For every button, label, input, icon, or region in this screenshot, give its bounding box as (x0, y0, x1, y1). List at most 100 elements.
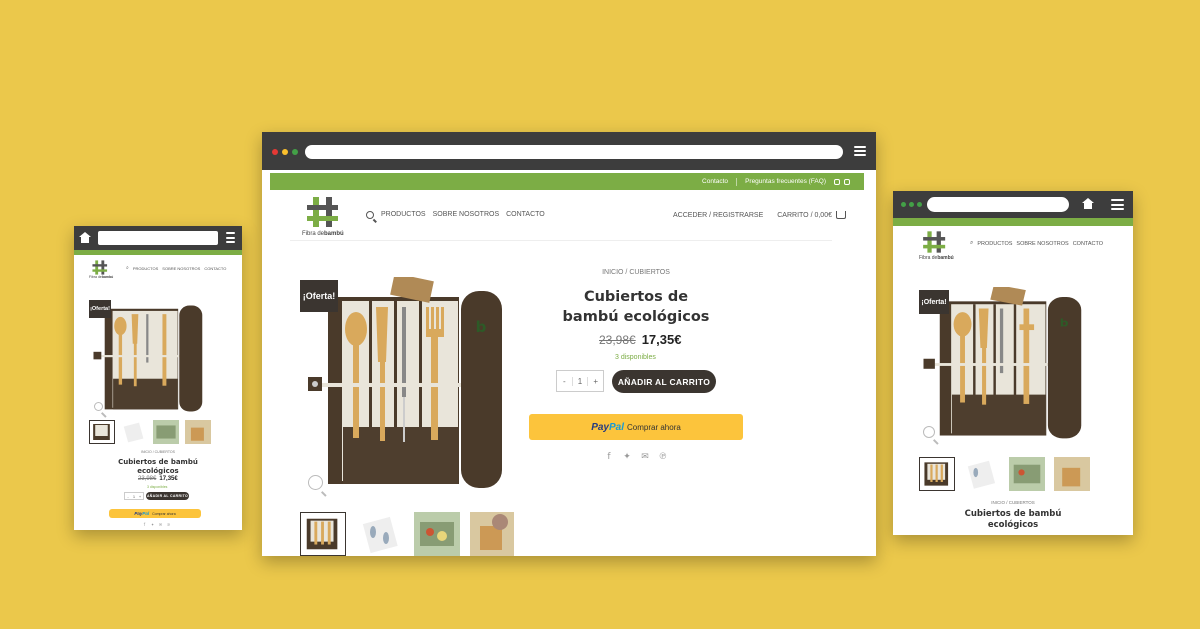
qty-plus-button[interactable]: + (588, 377, 603, 386)
paypal-cta: Comprar ahora (152, 511, 176, 516)
thumbnail-3[interactable] (414, 512, 460, 556)
paypal-logo-2: Pal (142, 511, 150, 516)
zoom-icon[interactable] (308, 475, 323, 490)
quantity-stepper[interactable]: - 1 + (124, 492, 144, 500)
thumbnail-4[interactable] (185, 420, 211, 444)
search-icon[interactable]: ⌕ (970, 240, 973, 247)
quantity-stepper[interactable]: - 1 + (556, 370, 604, 392)
home-icon[interactable] (79, 232, 91, 243)
menu-icon[interactable] (226, 232, 235, 243)
instagram-icon[interactable] (834, 178, 840, 185)
desktop-mockup: Contacto Preguntas frecuentes (FAQ) Fibr… (262, 132, 876, 556)
paypal-button[interactable]: PayPal Comprar ahora (529, 414, 743, 440)
cart-link[interactable]: CARRITO / 0,00€ (777, 211, 846, 219)
sale-badge: ¡Oferta! (919, 290, 949, 314)
address-bar[interactable] (305, 145, 843, 159)
qty-plus-button[interactable]: + (137, 494, 143, 499)
home-icon[interactable] (1082, 198, 1094, 209)
thumbnail-1[interactable] (919, 457, 955, 491)
site-logo[interactable] (304, 194, 342, 230)
breadcrumb[interactable]: INICIO / CUBIERTOS (88, 450, 228, 454)
share-icons: f ✦ ✉ ℗ (604, 452, 668, 462)
add-to-cart-button[interactable]: AÑADIR AL CARRITO (612, 370, 716, 393)
email-icon[interactable]: ✉ (640, 452, 650, 462)
breadcrumb[interactable]: INICIO / CUBIERTOS (554, 269, 718, 276)
twitter-icon[interactable]: ✦ (622, 452, 632, 462)
nav-sobre-nosotros[interactable]: SOBRE NOSOTROS (162, 266, 200, 271)
product-image[interactable]: ¡Oferta! (89, 298, 209, 418)
thumbnail-3[interactable] (153, 420, 179, 444)
control-dot-icon[interactable] (917, 202, 922, 207)
facebook-icon[interactable]: f (142, 522, 147, 527)
nav-productos[interactable]: PRODUCTOS (977, 241, 1012, 247)
zoom-icon[interactable] (94, 402, 103, 411)
logo-text-bold: bambú (324, 231, 344, 237)
product-title: Cubiertos de bambú ecológicos (964, 509, 1062, 530)
nav-productos[interactable]: PRODUCTOS (133, 266, 158, 271)
qty-minus-button[interactable]: - (557, 377, 572, 386)
old-price: 23,98€ (599, 333, 636, 347)
site-logo[interactable] (921, 229, 948, 255)
topbar-faq-link[interactable]: Preguntas frecuentes (FAQ) (745, 178, 826, 185)
thumbnail-1[interactable] (300, 512, 346, 556)
thumbnail-4[interactable] (470, 512, 514, 556)
minimize-dot-icon[interactable] (282, 149, 288, 155)
product-image[interactable]: b ¡Oferta! (917, 287, 1091, 447)
close-dot-icon[interactable] (272, 149, 278, 155)
nav-sobre-nosotros[interactable]: SOBRE NOSOTROS (433, 211, 500, 218)
email-icon[interactable]: ✉ (158, 522, 163, 527)
topbar-contacto-link[interactable]: Contacto (702, 178, 728, 185)
account-nav: ACCEDER / REGISTRARSE CARRITO / 0,00€ (673, 211, 846, 219)
social-icons (834, 178, 850, 185)
paypal-button[interactable]: PayPal Comprar ahora (109, 509, 201, 518)
top-bar (74, 250, 242, 255)
nav-contacto[interactable]: CONTACTO (204, 266, 226, 271)
control-dot-icon[interactable] (909, 202, 914, 207)
nav-sobre-nosotros[interactable]: SOBRE NOSOTROS (1016, 241, 1068, 247)
logo-text-small: Fibra de (89, 275, 102, 279)
address-bar[interactable] (98, 231, 218, 245)
sale-badge: ¡Oferta! (89, 300, 111, 318)
site-logo[interactable] (91, 259, 109, 276)
logo-text-bold: bambú (101, 275, 114, 279)
menu-icon[interactable] (854, 146, 866, 156)
maximize-dot-icon[interactable] (292, 149, 298, 155)
nav-productos[interactable]: PRODUCTOS (381, 211, 426, 218)
thumbnail-1[interactable] (89, 420, 115, 444)
logo-text: Fibra debambú (919, 255, 954, 261)
bamboo-hash-icon (307, 197, 338, 227)
price: 23,98€ 17,35€ (599, 332, 681, 347)
thumbnail-2[interactable] (121, 420, 147, 444)
nav-contacto[interactable]: CONTACTO (506, 211, 545, 218)
thumbnail-2[interactable] (358, 512, 404, 556)
mobile-mockup-large: Fibra debambú ⌕ PRODUCTOS SOBRE NOSOTROS… (893, 191, 1133, 535)
old-price: 23,98€ (138, 476, 157, 482)
thumbnail-4[interactable] (1054, 457, 1090, 491)
thumbnail-2[interactable] (964, 457, 1000, 491)
email-icon[interactable] (844, 178, 850, 185)
logo-text-bold: bambú (937, 255, 954, 261)
logo-text: Fibra debambú (89, 275, 113, 279)
login-register-link[interactable]: ACCEDER / REGISTRARSE (673, 212, 763, 219)
facebook-icon[interactable]: f (604, 452, 614, 462)
product-title: Cubiertos de bambú ecológicos (118, 458, 198, 475)
mobile-mockup-small: Fibra debambú ⌕ PRODUCTOS SOBRE NOSOTROS… (74, 226, 242, 530)
control-dot-icon[interactable] (901, 202, 906, 207)
thumbnail-3[interactable] (1009, 457, 1045, 491)
qty-input[interactable]: 1 (571, 376, 589, 386)
breadcrumb[interactable]: INICIO / CUBIERTOS (943, 500, 1083, 505)
address-bar[interactable] (927, 197, 1069, 212)
logo-text: Fibra debambú (302, 231, 344, 237)
sale-price: 17,35€ (159, 476, 178, 482)
menu-icon[interactable] (1111, 199, 1124, 210)
zoom-icon[interactable] (923, 426, 935, 438)
pinterest-icon[interactable]: ℗ (166, 522, 171, 527)
pinterest-icon[interactable]: ℗ (658, 452, 668, 462)
search-icon[interactable]: ⌕ (126, 265, 129, 271)
search-icon[interactable] (366, 211, 374, 219)
nav-contacto[interactable]: CONTACTO (1073, 241, 1103, 247)
add-to-cart-button[interactable]: AÑADIR AL CARRITO (146, 492, 189, 500)
twitter-icon[interactable]: ✦ (150, 522, 155, 527)
product-image[interactable]: b ¡Oferta! (300, 277, 514, 500)
svg-text:b: b (1060, 316, 1069, 329)
